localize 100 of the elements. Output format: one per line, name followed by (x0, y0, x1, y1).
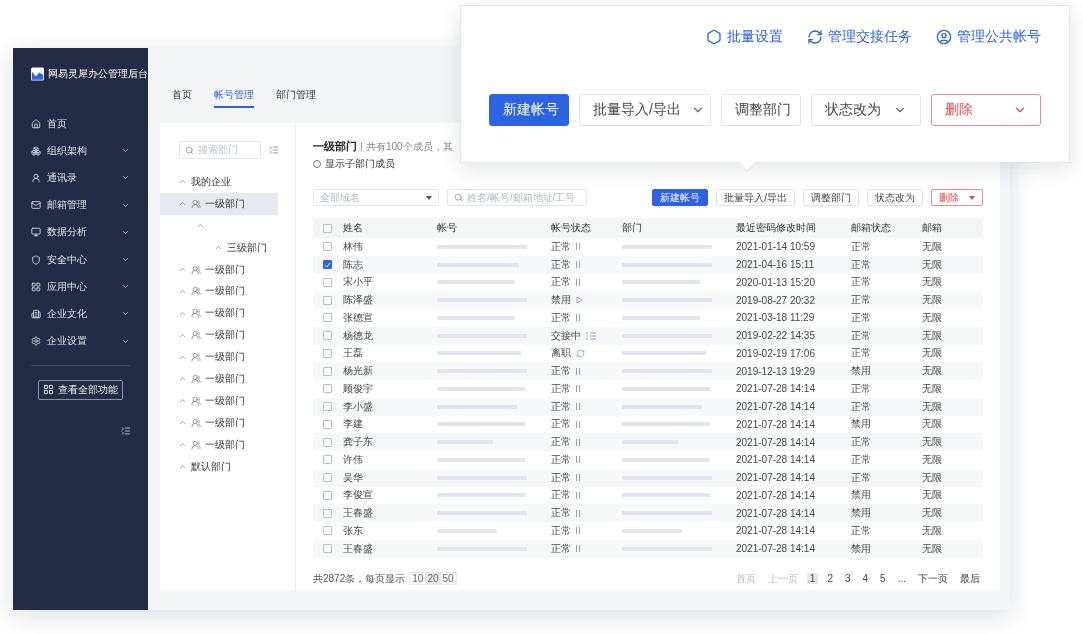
pause-icon[interactable] (576, 509, 581, 517)
checkbox[interactable] (323, 260, 332, 270)
radio-button[interactable] (313, 160, 321, 168)
people-icon (191, 417, 201, 428)
caret-icon[interactable] (178, 462, 187, 471)
checkbox[interactable] (323, 277, 332, 287)
menu-icon (31, 227, 41, 238)
refresh-icon (807, 29, 823, 45)
pause-icon[interactable] (576, 243, 581, 251)
table-cell-text: 无限 (922, 275, 943, 290)
action-button[interactable]: 调整部门 (721, 94, 801, 126)
menu-item[interactable]: 企业文化 (13, 300, 148, 328)
table-cell-text: 无限 (922, 452, 943, 467)
tab[interactable]: 首页 (172, 88, 192, 108)
pause-icon[interactable] (576, 474, 581, 482)
table-cell-text: 无限 (922, 488, 943, 503)
table-cell-text: 无限 (922, 541, 943, 556)
checkbox[interactable] (323, 490, 332, 500)
action-link[interactable]: 批量设置 (706, 28, 783, 46)
caret-icon[interactable] (178, 265, 187, 274)
table-cell-text: 正常 (851, 346, 872, 361)
pause-icon[interactable] (576, 545, 581, 553)
table-cell: 正常 (551, 541, 571, 556)
page-size-option[interactable]: 10 (410, 573, 426, 584)
checkbox[interactable] (323, 473, 332, 483)
table-cell-text: 2021-07-28 14:14 (736, 383, 816, 395)
menu-icon (31, 336, 41, 347)
toolbar-button[interactable]: 调整部门 (803, 189, 859, 206)
checkbox[interactable] (323, 348, 332, 358)
collapse-icon[interactable] (121, 425, 131, 436)
toolbar-button[interactable]: 删除 (931, 189, 983, 206)
checkbox[interactable] (323, 455, 332, 465)
page-link[interactable]: 5 (877, 573, 889, 584)
checkbox[interactable] (323, 544, 332, 554)
pause-icon[interactable] (576, 420, 581, 428)
list-icon[interactable] (586, 331, 596, 340)
checkbox[interactable] (323, 366, 332, 376)
page-link[interactable]: 3 (841, 573, 854, 584)
table-cell-text: 正常 (851, 275, 872, 290)
checkbox[interactable] (323, 437, 332, 447)
checkbox[interactable] (323, 242, 332, 252)
pause-icon[interactable] (576, 278, 581, 286)
toolbar-button[interactable]: 新建帐号 (652, 189, 709, 206)
page-size-option[interactable]: 50 (440, 573, 456, 584)
action-button[interactable]: 状态改为 (811, 94, 921, 126)
refresh-icon[interactable] (576, 348, 585, 358)
menu-item[interactable]: 企业设置 (13, 327, 148, 355)
page-link[interactable]: 2 (824, 573, 836, 584)
action-button[interactable]: 删除 (931, 94, 1041, 126)
checkbox[interactable] (323, 295, 332, 305)
pause-icon[interactable] (576, 491, 581, 499)
collapse-icon[interactable] (269, 145, 279, 155)
action-button[interactable]: 新建帐号 (489, 94, 570, 126)
menu-item[interactable]: 应用中心 (13, 273, 148, 301)
all-features-button[interactable]: 查看全部功能 (38, 379, 123, 400)
checkbox[interactable] (323, 402, 332, 412)
table-cell-text: 正常 (851, 293, 872, 308)
pause-icon[interactable] (576, 527, 581, 535)
action-link[interactable]: 管理交接任务 (807, 28, 912, 46)
play-icon[interactable] (576, 296, 583, 305)
page-size-option[interactable]: 20 (425, 573, 441, 584)
tab[interactable]: 帐号管理 (214, 88, 254, 108)
column-header: 帐号状态 (551, 221, 592, 235)
table-cell-text: 正常 (851, 257, 872, 272)
table-cell: 正常 (551, 239, 571, 254)
pause-icon[interactable] (576, 261, 581, 269)
table-cell-text: 2019-12-13 19:29 (736, 365, 816, 377)
checkbox[interactable] (323, 313, 332, 323)
menu-item[interactable]: 邮箱管理 (13, 191, 148, 219)
menu-item[interactable]: 首页 (13, 110, 148, 138)
pause-icon[interactable] (576, 385, 581, 393)
pause-icon[interactable] (576, 438, 581, 446)
tree-item[interactable]: 一级部门 (160, 192, 278, 215)
pause-icon[interactable] (576, 314, 581, 322)
pause-icon[interactable] (576, 456, 581, 464)
page-link[interactable]: 最后 (957, 571, 983, 586)
page-link[interactable]: 4 (859, 573, 872, 584)
table-cell-text: 2021-07-28 14:14 (736, 472, 816, 484)
page-link[interactable]: 1 (806, 573, 819, 584)
checkbox[interactable] (323, 384, 332, 394)
page-link[interactable]: ... (894, 573, 909, 584)
menu-item[interactable]: 通讯录 (13, 164, 148, 192)
action-button[interactable]: 批量导入/导出 (579, 94, 711, 126)
tab[interactable]: 部门管理 (276, 88, 316, 108)
column-header: 邮箱 (922, 221, 943, 235)
action-link[interactable]: 管理公共帐号 (936, 28, 1041, 46)
menu-item[interactable]: 组织架构 (13, 137, 148, 165)
pause-icon[interactable] (576, 403, 581, 411)
checkbox[interactable] (323, 419, 332, 429)
checkbox[interactable] (323, 223, 332, 233)
checkbox[interactable] (323, 331, 332, 341)
table-cell-text: 禁用 (851, 364, 872, 379)
toolbar-button[interactable]: 批量导入/导出 (716, 189, 795, 206)
toolbar-button[interactable]: 状态改为 (867, 189, 923, 206)
checkbox[interactable] (323, 508, 332, 518)
pause-icon[interactable] (576, 367, 581, 375)
page-link[interactable]: 下一页 (915, 571, 951, 586)
checkbox[interactable] (323, 526, 332, 536)
menu-item[interactable]: 安全中心 (13, 245, 148, 274)
menu-item[interactable]: 数据分析 (13, 218, 148, 246)
